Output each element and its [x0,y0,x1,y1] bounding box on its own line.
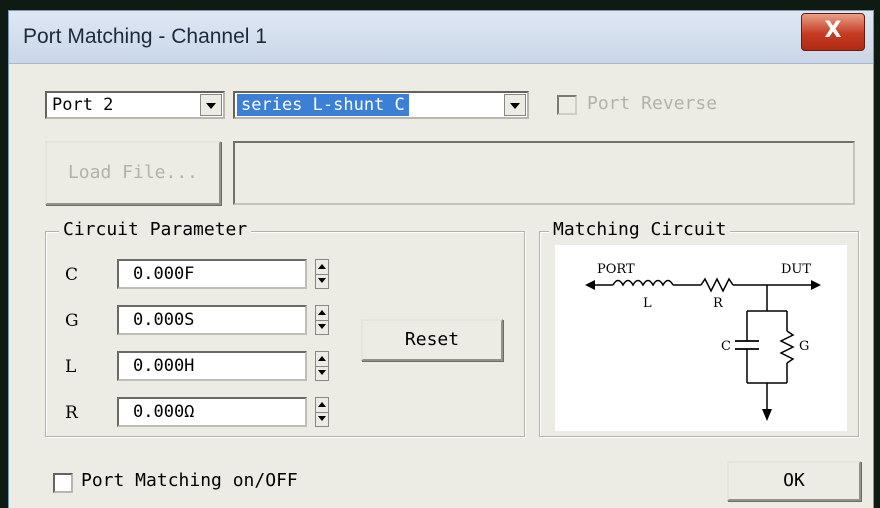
dut-arrow-icon [811,280,821,290]
reset-button-label: Reset [404,329,460,350]
load-file-path [233,141,855,205]
conductance-symbol [779,330,795,364]
circuit-parameter-title: Circuit Parameter [59,219,252,240]
spin-down-icon[interactable] [316,366,328,380]
resistor-symbol [700,277,734,293]
close-icon: X [824,18,842,43]
topology-select-value: series L-shunt C [237,94,409,116]
param-l-input[interactable]: 0.000H [117,351,307,381]
window-title: Port Matching - Channel 1 [23,25,267,48]
title-bar: Port Matching - Channel 1 X [9,11,873,64]
port-select[interactable]: Port 2 [45,91,225,119]
port-reverse-label: Port Reverse [587,93,718,114]
reset-button[interactable]: Reset [361,319,503,361]
spin-down-icon[interactable] [316,412,328,426]
load-file-label: Load File... [67,162,199,183]
param-g-input[interactable]: 0.000S [117,305,307,335]
spin-up-icon[interactable] [316,260,328,275]
port-reverse-checkbox[interactable] [557,95,577,115]
l-label: L [643,296,652,311]
matching-circuit-diagram: PORT DUT L R C G [555,245,847,431]
param-r-input[interactable]: 0.000Ω [117,397,307,427]
load-file-button[interactable]: Load File... [45,141,221,205]
r-label: R [713,296,724,311]
inductor-symbol [612,279,674,287]
param-l-value: 0.000H [133,356,195,376]
port-matching-label: Port Matching on/OFF [81,470,298,491]
port-label: PORT [597,262,635,277]
spin-up-icon[interactable] [316,352,328,367]
circuit-schematic: PORT DUT L R C G [585,262,821,421]
port-select-value: Port 2 [52,95,114,115]
chevron-down-icon[interactable] [504,94,526,116]
ok-button[interactable]: OK [727,461,861,501]
matching-circuit-title: Matching Circuit [549,219,731,240]
port-matching-checkbox[interactable] [53,473,73,493]
port-arrow-icon [585,280,595,290]
param-g-value: 0.000S [133,310,195,330]
param-c-input[interactable]: 0.000F [117,259,307,289]
ok-button-label: OK [783,470,805,491]
dut-label: DUT [781,262,811,277]
param-c-label: C [65,265,79,285]
param-c-spinner[interactable] [315,259,329,289]
spin-down-icon[interactable] [316,274,328,288]
chevron-down-icon[interactable] [200,94,222,116]
param-g-label: G [65,311,79,331]
close-button[interactable]: X [801,13,865,51]
port-matching-dialog: Port Matching - Channel 1 X Port 2 serie… [8,10,874,508]
param-c-value: 0.000F [133,264,195,284]
param-r-spinner[interactable] [315,397,329,427]
spin-down-icon[interactable] [316,320,328,334]
g-label: G [799,339,809,354]
c-label: C [721,339,731,354]
spin-up-icon[interactable] [316,398,328,413]
param-r-label: R [65,403,78,423]
param-l-spinner[interactable] [315,351,329,381]
spin-up-icon[interactable] [316,306,328,321]
param-g-spinner[interactable] [315,305,329,335]
topology-select[interactable]: series L-shunt C [233,91,529,119]
param-r-value: 0.000Ω [133,402,195,422]
param-l-label: L [65,357,77,377]
ground-arrow-icon [762,409,772,421]
